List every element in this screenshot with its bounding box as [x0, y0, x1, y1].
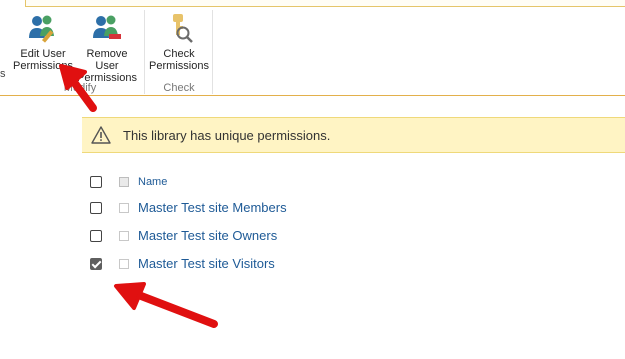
list-row: Master Test site Visitors — [90, 254, 490, 276]
edit-user-permissions-label-1: Edit User — [20, 48, 66, 60]
remove-user-permissions-icon — [93, 15, 121, 39]
list-header-row: Name — [90, 172, 490, 194]
row-checkbox-checked[interactable] — [90, 258, 102, 270]
group-link[interactable]: Master Test site Owners — [138, 228, 277, 243]
select-all-checkbox[interactable] — [90, 176, 102, 188]
group-link[interactable]: Master Test site Members — [138, 200, 287, 215]
ribbon-cut-label: s — [0, 68, 6, 80]
row-checkbox[interactable] — [90, 230, 102, 242]
item-type-icon — [119, 259, 129, 269]
check-permissions-icon — [173, 14, 193, 43]
ribbon-group-check-label: Check — [163, 82, 195, 94]
remove-user-permissions-label-1: Remove User — [86, 48, 128, 72]
item-type-icon — [119, 203, 129, 213]
annotation-arrow-checkbox — [114, 282, 218, 328]
check-permissions-label-2: Permissions — [149, 60, 209, 72]
top-strip — [0, 0, 625, 8]
item-type-icon — [119, 231, 129, 241]
warning-icon — [91, 126, 111, 144]
banner-message: This library has unique permissions. — [123, 128, 331, 143]
unique-permissions-banner: This library has unique permissions. — [82, 117, 625, 153]
header-item-type-icon — [119, 177, 129, 187]
ribbon-group-separator — [144, 10, 145, 94]
group-link[interactable]: Master Test site Visitors — [138, 256, 275, 271]
edit-user-permissions-icon — [29, 15, 54, 43]
ribbon: s Edit User Permissions Remove User Perm… — [0, 8, 625, 96]
row-checkbox[interactable] — [90, 202, 102, 214]
list-row: Master Test site Owners — [90, 226, 490, 248]
ribbon-group-modify-label: Modify — [63, 82, 97, 94]
name-column-header[interactable]: Name — [138, 176, 167, 188]
edit-user-permissions-label-2: Permissions — [13, 60, 73, 72]
ribbon-tab-edge — [25, 0, 625, 7]
ribbon-group-separator — [212, 10, 213, 94]
list-row: Master Test site Members — [90, 198, 490, 220]
check-permissions-label-1: Check — [163, 48, 195, 60]
edit-user-permissions-button[interactable]: Edit User Permissions — [12, 12, 74, 72]
check-permissions-button[interactable]: Check Permissions — [148, 12, 210, 72]
remove-user-permissions-button[interactable]: Remove User Permissions — [74, 12, 140, 84]
